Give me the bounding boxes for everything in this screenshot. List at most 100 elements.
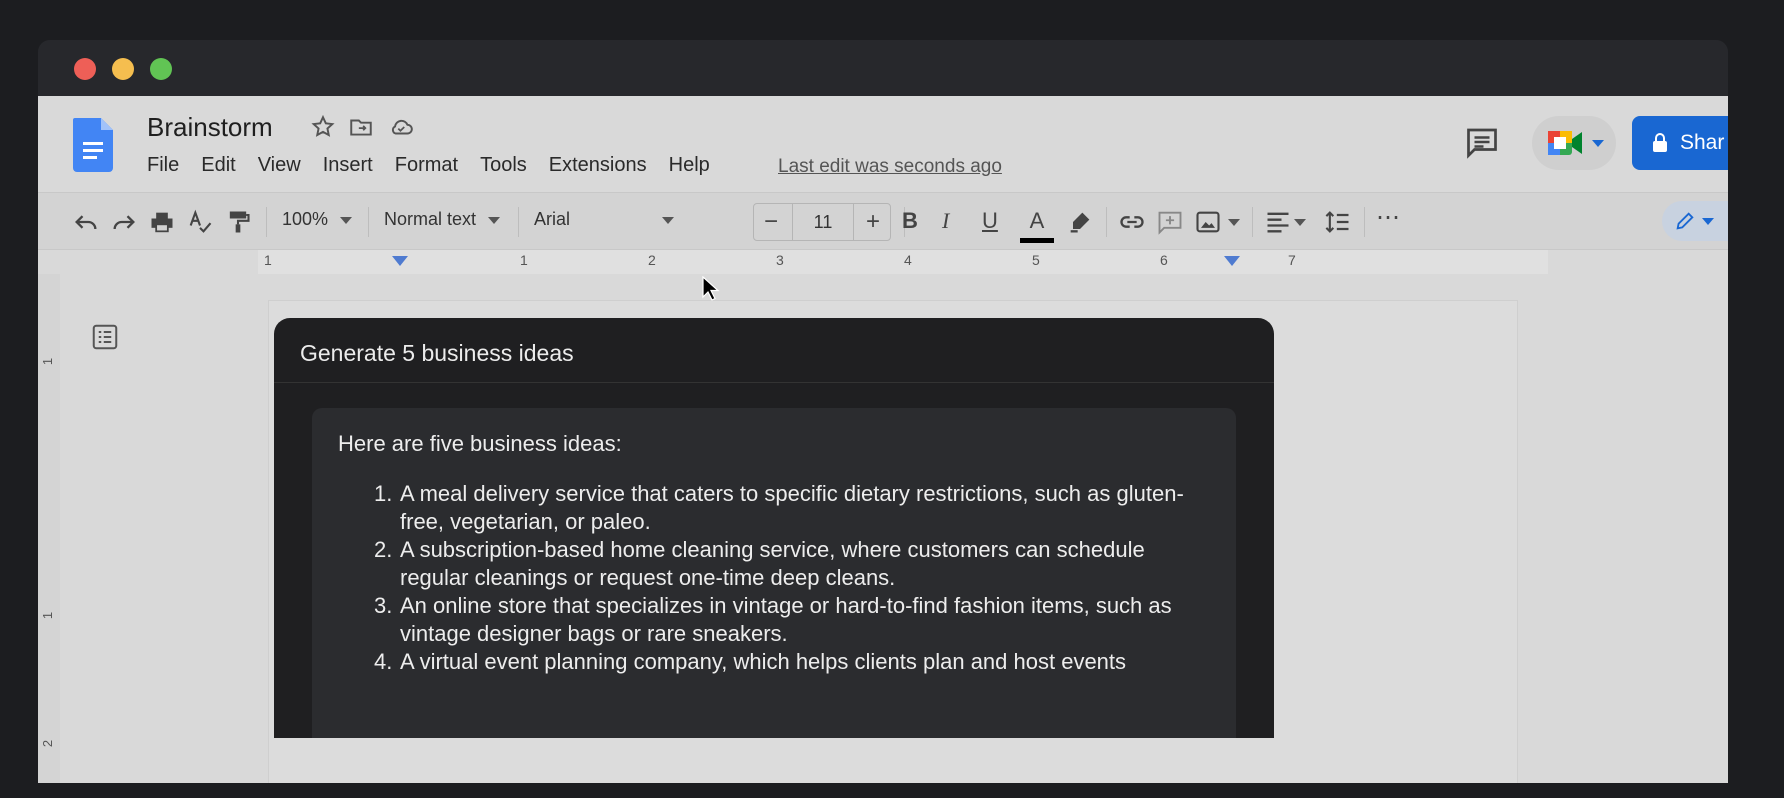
toolbar-separator [1364, 207, 1365, 237]
right-indent-marker[interactable] [1224, 256, 1240, 266]
line-spacing-icon[interactable] [1324, 208, 1352, 236]
style-caret-icon [488, 216, 501, 224]
align-caret-icon[interactable] [1294, 219, 1306, 226]
mouse-cursor-icon [702, 276, 720, 301]
text-color-button[interactable]: A [1020, 208, 1054, 243]
menu-tools[interactable]: Tools [480, 154, 527, 177]
menu-bar: File Edit View Insert Format Tools Exten… [147, 154, 732, 177]
meet-caret-icon [1592, 140, 1604, 147]
meet-icon [1548, 131, 1582, 155]
font-size-stepper: − 11 + [753, 203, 891, 241]
style-value: Normal text [384, 209, 477, 229]
zoom-window-button[interactable] [150, 58, 172, 80]
formatting-toolbar: 100% Normal text Arial − 11 + B I U A ⋯ [38, 192, 1728, 250]
document-outline-icon[interactable] [90, 322, 120, 352]
editing-mode-caret-icon [1702, 218, 1714, 225]
list-item-text: A subscription-based home cleaning servi… [400, 537, 1145, 590]
font-value: Arial [534, 209, 571, 229]
ai-prompt-dialog: Generate 5 business ideas Here are five … [274, 318, 1274, 738]
font-select[interactable]: Arial [534, 209, 674, 230]
insert-image-icon[interactable] [1194, 208, 1222, 236]
increase-font-size-button[interactable]: + [866, 208, 880, 236]
more-options-button[interactable]: ⋯ [1376, 203, 1400, 231]
window-titlebar [38, 40, 1728, 96]
font-caret-icon [662, 217, 674, 224]
menu-insert[interactable]: Insert [323, 154, 373, 177]
document-title[interactable]: Brainstorm [147, 112, 273, 143]
zoom-value: 100% [282, 209, 329, 229]
move-folder-icon[interactable] [348, 114, 374, 140]
dialog-title: Generate 5 business ideas [300, 340, 574, 366]
comment-history-icon[interactable] [1464, 124, 1500, 160]
underline-button[interactable]: U [982, 208, 998, 236]
ruler-number: 2 [648, 252, 656, 268]
list-item-text: An online store that specializes in vint… [400, 593, 1172, 646]
response-intro: Here are five business ideas: [338, 431, 622, 456]
business-ideas-list: 1. A meal delivery service that caters to… [338, 480, 1210, 676]
list-item: 1. A meal delivery service that caters to… [338, 480, 1210, 536]
google-docs-logo-icon[interactable] [73, 118, 113, 172]
list-item: 2. A subscription-based home cleaning ser… [338, 536, 1210, 592]
bold-button[interactable]: B [902, 208, 918, 236]
spellcheck-icon[interactable] [186, 208, 214, 236]
dialog-divider [274, 382, 1274, 383]
left-indent-marker[interactable] [392, 256, 408, 266]
zoom-select[interactable]: 100% [282, 209, 353, 230]
vruler-number: 1 [40, 357, 56, 366]
ruler-number: 1 [520, 252, 528, 268]
minimize-window-button[interactable] [112, 58, 134, 80]
ruler-number: 1 [264, 252, 272, 268]
menu-format[interactable]: Format [395, 154, 458, 177]
paragraph-style-select[interactable]: Normal text [384, 209, 501, 230]
ruler-number: 7 [1288, 252, 1296, 268]
vertical-ruler: 1 1 2 [38, 274, 60, 783]
list-item: 3. An online store that specializes in vi… [338, 592, 1210, 648]
list-item-text: A virtual event planning company, which … [400, 649, 1127, 674]
list-number: 2. [374, 537, 393, 562]
image-caret-icon[interactable] [1228, 219, 1240, 226]
print-icon[interactable] [148, 208, 176, 236]
pencil-icon [1676, 212, 1694, 230]
star-icon[interactable] [310, 114, 336, 140]
menu-file[interactable]: File [147, 154, 179, 177]
toolbar-separator [518, 207, 519, 237]
ruler-track [258, 250, 1548, 274]
cloud-saved-icon[interactable] [388, 114, 414, 140]
close-window-button[interactable] [74, 58, 96, 80]
redo-icon[interactable] [110, 208, 138, 236]
toolbar-separator [1106, 207, 1107, 237]
undo-icon[interactable] [72, 208, 100, 236]
ruler-number: 6 [1160, 252, 1168, 268]
ruler-number: 4 [904, 252, 912, 268]
share-label: Shar [1680, 131, 1725, 154]
menu-extensions[interactable]: Extensions [549, 154, 647, 177]
list-item-text: A meal delivery service that caters to s… [400, 481, 1184, 534]
list-number: 3. [374, 593, 393, 618]
align-left-icon[interactable] [1264, 208, 1292, 236]
list-number: 4. [374, 649, 393, 674]
horizontal-ruler: 1 1 2 3 4 5 6 7 [38, 250, 1728, 274]
list-item: 4. A virtual event planning company, whic… [338, 648, 1210, 676]
toolbar-separator [266, 207, 267, 237]
ruler-number: 5 [1032, 252, 1040, 268]
menu-edit[interactable]: Edit [201, 154, 235, 177]
list-number: 1. [374, 481, 393, 506]
insert-link-icon[interactable] [1118, 208, 1146, 236]
font-size-input[interactable]: 11 [792, 204, 854, 240]
meet-button[interactable] [1532, 116, 1616, 170]
menu-help[interactable]: Help [669, 154, 710, 177]
text-color-swatch [1020, 238, 1054, 243]
menu-view[interactable]: View [258, 154, 301, 177]
italic-button[interactable]: I [942, 208, 949, 236]
decrease-font-size-button[interactable]: − [764, 208, 778, 236]
toolbar-separator [1252, 207, 1253, 237]
add-comment-icon[interactable] [1156, 208, 1184, 236]
highlight-icon[interactable] [1066, 208, 1094, 236]
lock-icon [1653, 133, 1667, 152]
share-button[interactable]: Shar [1632, 116, 1728, 170]
editing-mode-button[interactable] [1662, 201, 1728, 241]
ai-response-card: Here are five business ideas: 1. A meal d… [312, 408, 1236, 738]
text-color-letter: A [1029, 208, 1045, 233]
last-edit-link[interactable]: Last edit was seconds ago [778, 156, 1002, 178]
paint-format-icon[interactable] [224, 208, 252, 236]
